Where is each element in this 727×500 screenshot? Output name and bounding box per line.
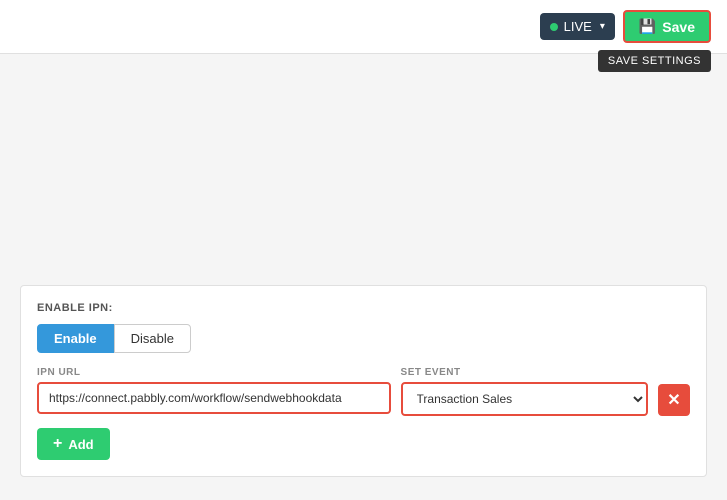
floppy-icon: 💾 [639,18,656,35]
add-label: Add [68,437,93,452]
tooltip-text: SAVE SETTINGS [608,55,701,67]
add-button[interactable]: + Add [37,428,110,460]
set-event-label: SET EVENT [401,367,648,378]
save-settings-tooltip: SAVE SETTINGS [598,50,711,72]
enable-button[interactable]: Enable [37,324,114,353]
delete-icon: ✕ [667,390,680,410]
bottom-panel: ENABLE IPN: Enable Disable IPN URL SET E… [20,285,707,477]
fields-row: IPN URL SET EVENT Transaction Sales Subs… [37,367,690,416]
delete-button[interactable]: ✕ [658,384,690,416]
ipn-url-input[interactable] [37,382,391,414]
enable-ipn-label: ENABLE IPN: [37,302,690,314]
set-event-select[interactable]: Transaction Sales Subscription Created S… [401,382,648,416]
save-label: Save [662,19,695,35]
live-caret-icon: ▾ [600,21,605,32]
plus-icon: + [53,435,62,453]
top-bar: LIVE ▾ 💾 Save SAVE SETTINGS [0,0,727,54]
set-event-group: SET EVENT Transaction Sales Subscription… [401,367,648,416]
save-button[interactable]: 💾 Save [623,10,711,43]
ipn-url-group: IPN URL [37,367,391,414]
live-button[interactable]: LIVE ▾ [540,13,615,40]
ipn-url-label: IPN URL [37,367,391,378]
main-content: ENABLE IPN: Enable Disable IPN URL SET E… [0,54,727,497]
live-status-dot [550,23,558,31]
disable-button[interactable]: Disable [114,324,191,353]
live-label: LIVE [564,19,592,34]
toggle-group: Enable Disable [37,324,690,353]
